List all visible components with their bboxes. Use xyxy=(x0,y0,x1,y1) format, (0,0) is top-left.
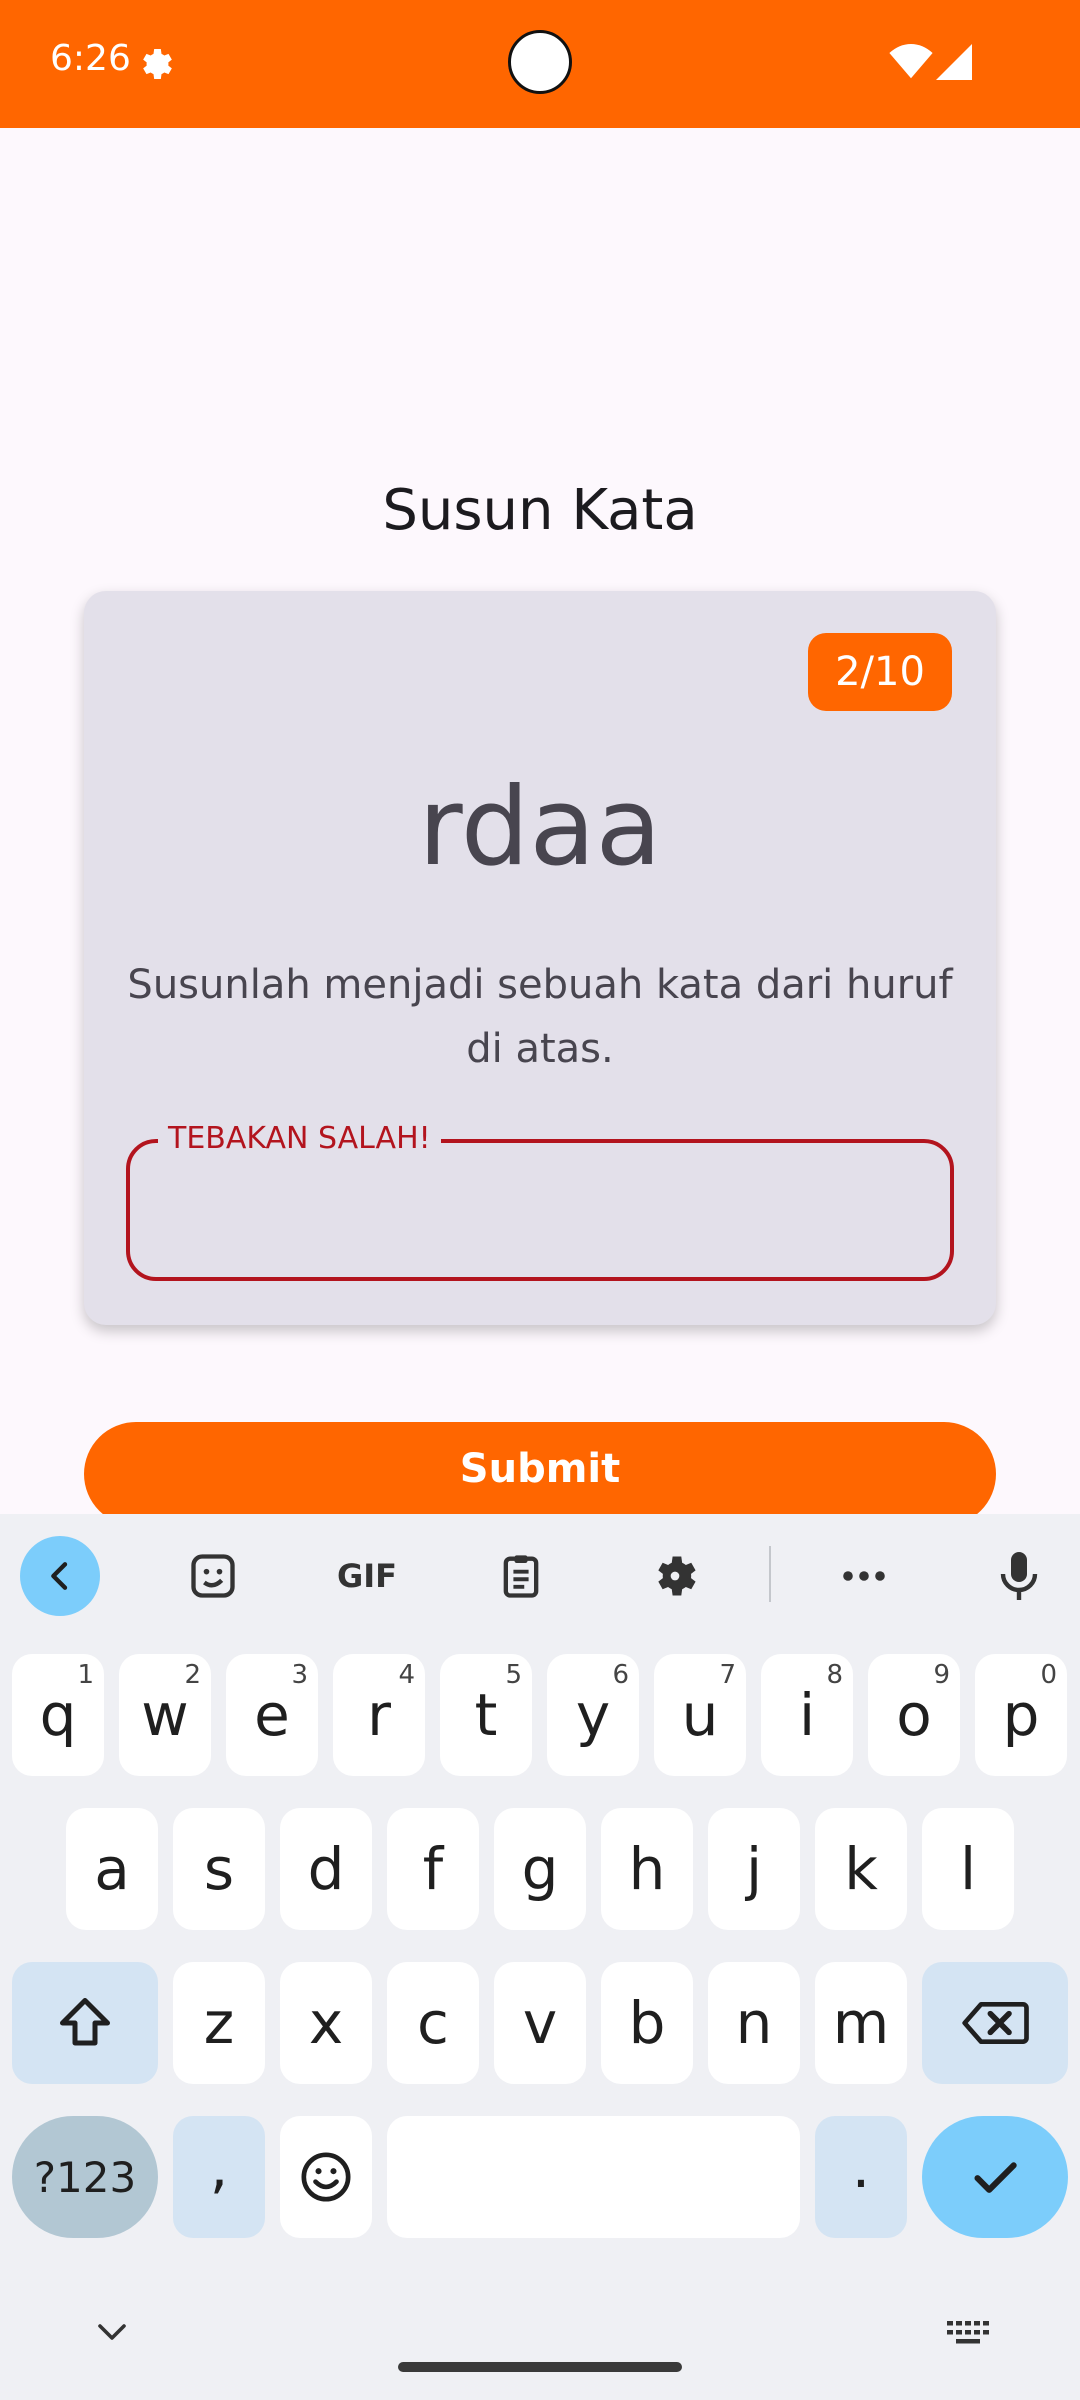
answer-input[interactable] xyxy=(130,1143,950,1277)
key-k[interactable]: k xyxy=(815,1808,907,1930)
home-indicator[interactable] xyxy=(398,2362,682,2372)
key-b[interactable]: b xyxy=(601,1962,693,2084)
question-counter-badge: 2/10 xyxy=(808,633,952,711)
scrambled-word: rdaa xyxy=(418,765,662,890)
toolbar-divider xyxy=(769,1546,771,1602)
settings-status-icon xyxy=(143,49,172,79)
keyboard-toolbar: GIF xyxy=(0,1514,1080,1632)
symbols-key[interactable]: ?123 xyxy=(12,2116,158,2238)
page-title: Susun Kata xyxy=(382,478,698,543)
gear-icon[interactable] xyxy=(635,1536,715,1616)
back-icon[interactable] xyxy=(20,1536,100,1616)
space-key[interactable] xyxy=(387,2116,800,2238)
key-m[interactable]: m xyxy=(815,1962,907,2084)
key-u[interactable]: u7 xyxy=(654,1654,746,1776)
answer-field-label: TEBAKAN SALAH! xyxy=(158,1121,441,1156)
keyboard-switch-icon[interactable] xyxy=(944,2318,992,2348)
key-s[interactable]: s xyxy=(173,1808,265,1930)
emoji-key[interactable] xyxy=(280,2116,372,2238)
signal-icon xyxy=(936,44,972,80)
soft-keyboard: GIF q1 w2 e3 r4 t5 y6 u7 i8 o9 p0 a s d … xyxy=(0,1514,1080,2400)
key-i[interactable]: i8 xyxy=(761,1654,853,1776)
emoji-icon xyxy=(301,2152,351,2202)
enter-key[interactable] xyxy=(922,2116,1068,2238)
backspace-key[interactable] xyxy=(922,1962,1068,2084)
microphone-icon[interactable] xyxy=(979,1536,1059,1616)
key-t[interactable]: t5 xyxy=(440,1654,532,1776)
key-a[interactable]: a xyxy=(66,1808,158,1930)
wifi-icon xyxy=(889,44,933,79)
period-key[interactable]: . xyxy=(815,2116,907,2238)
key-x[interactable]: x xyxy=(280,1962,372,2084)
hide-keyboard-chevron-icon[interactable] xyxy=(94,2320,130,2344)
clipboard-icon[interactable] xyxy=(481,1536,561,1616)
gif-button[interactable]: GIF xyxy=(327,1536,407,1616)
submit-button[interactable]: Submit xyxy=(84,1422,996,1526)
key-c[interactable]: c xyxy=(387,1962,479,2084)
key-w[interactable]: w2 xyxy=(119,1654,211,1776)
shift-icon xyxy=(60,1998,110,2046)
key-p[interactable]: p0 xyxy=(975,1654,1067,1776)
shift-key[interactable] xyxy=(12,1962,158,2084)
word-card: 2/10 rdaa Susunlah menjadi sebuah kata d… xyxy=(84,591,996,1325)
sticker-icon[interactable] xyxy=(173,1536,253,1616)
key-y[interactable]: y6 xyxy=(547,1654,639,1776)
key-n[interactable]: n xyxy=(708,1962,800,2084)
key-h[interactable]: h xyxy=(601,1808,693,1930)
key-f[interactable]: f xyxy=(387,1808,479,1930)
instruction-text: Susunlah menjadi sebuah kata dari huruf … xyxy=(127,962,953,1072)
key-z[interactable]: z xyxy=(173,1962,265,2084)
key-v[interactable]: v xyxy=(494,1962,586,2084)
key-o[interactable]: o9 xyxy=(868,1654,960,1776)
key-r[interactable]: r4 xyxy=(333,1654,425,1776)
key-d[interactable]: d xyxy=(280,1808,372,1930)
key-g[interactable]: g xyxy=(494,1808,586,1930)
checkmark-icon xyxy=(974,2162,1017,2193)
camera-cutout xyxy=(508,30,572,94)
comma-key[interactable]: , xyxy=(173,2116,265,2238)
backspace-icon xyxy=(962,2002,1029,2044)
status-bar: 6:26 xyxy=(0,0,1080,128)
status-time: 6:26 xyxy=(50,38,131,79)
key-q[interactable]: q1 xyxy=(12,1654,104,1776)
answer-field[interactable]: TEBAKAN SALAH! xyxy=(126,1121,954,1281)
key-e[interactable]: e3 xyxy=(226,1654,318,1776)
key-j[interactable]: j xyxy=(708,1808,800,1930)
key-l[interactable]: l xyxy=(922,1808,1014,1930)
more-icon[interactable] xyxy=(824,1536,904,1616)
